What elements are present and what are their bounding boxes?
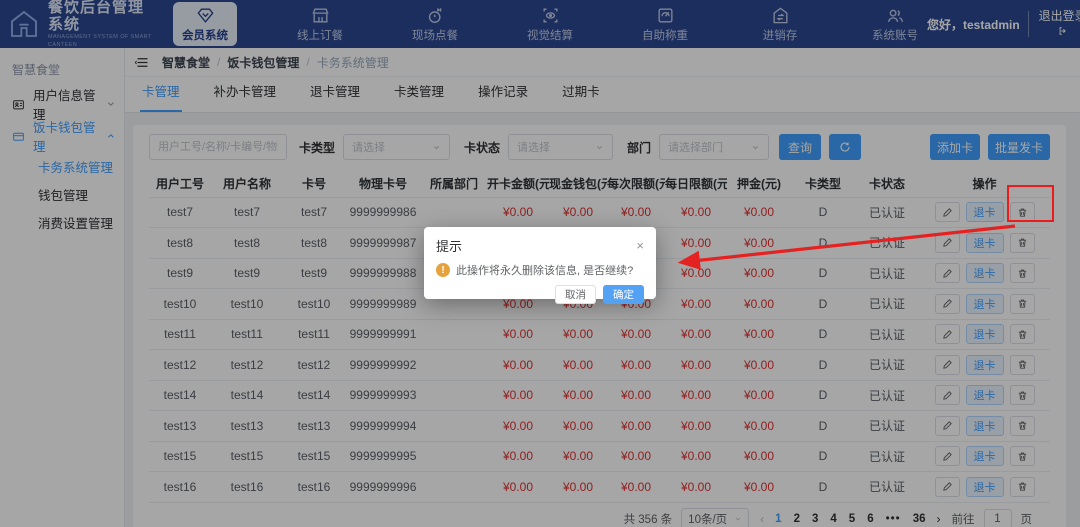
close-icon[interactable]: × <box>636 239 644 252</box>
confirm-delete-dialog: 提示 × ! 此操作将永久删除该信息, 是否继续? 取消 确定 <box>424 227 656 299</box>
app-screen: 餐饮后台管理系统 MANAGEMENT SYSTEM OF SMART CANT… <box>0 0 1080 527</box>
warning-icon: ! <box>436 263 450 277</box>
cancel-button[interactable]: 取消 <box>555 285 596 304</box>
dialog-title: 提示 <box>436 236 462 255</box>
dialog-message: 此操作将永久删除该信息, 是否继续? <box>456 262 633 278</box>
confirm-button[interactable]: 确定 <box>603 285 644 304</box>
